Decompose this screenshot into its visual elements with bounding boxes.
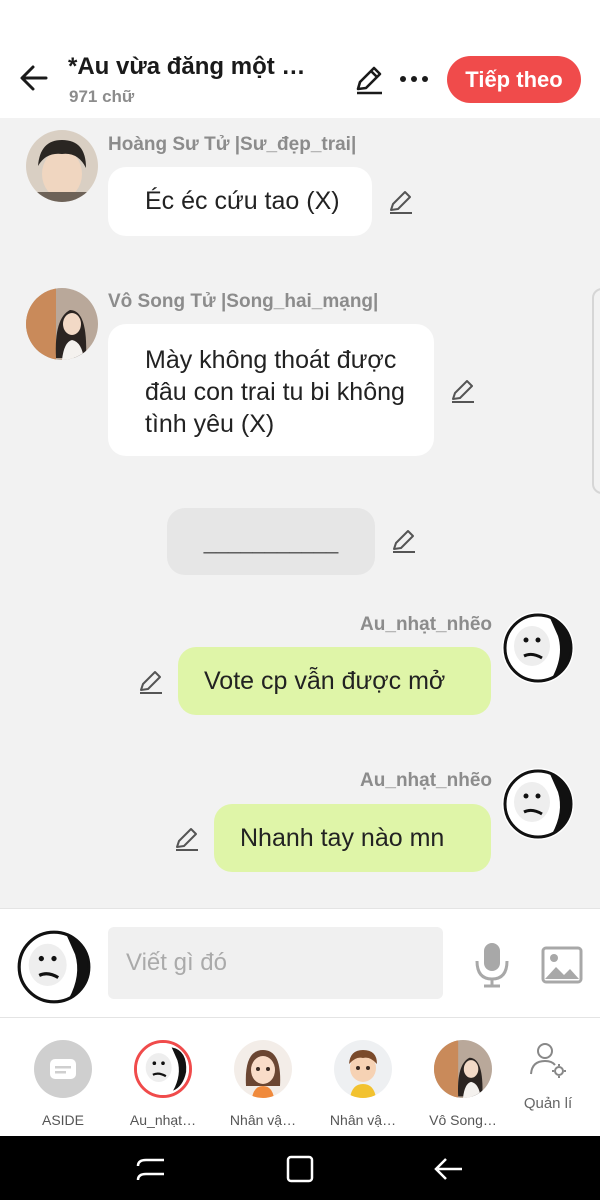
character-avatar [334,1040,392,1098]
character-label: Au_nhạt… [129,1112,197,1128]
manage-label: Quản lí [523,1095,573,1112]
aside-icon [34,1040,92,1098]
avatar-hoang-su-tu[interactable] [26,130,98,202]
app-header: *Au vừa đăng một bài viết 971 chữ Tiếp t… [0,0,600,118]
avatar-au-nhat-nheo[interactable] [502,768,574,840]
sender-name: Vô Song Tử |Song_hai_mạng| [108,291,379,312]
system-nav-bar [0,1136,600,1200]
next-button[interactable]: Tiếp theo [447,56,581,103]
message-composer: Viết gì đó [0,908,600,1018]
edit-message-pencil-icon[interactable] [172,823,202,853]
character-avatar [434,1040,492,1098]
character-nhan-vat-1[interactable]: Nhân vậ… [213,1040,313,1128]
word-count: 971 chữ [69,87,135,106]
edit-message-pencil-icon[interactable] [389,525,419,555]
edit-message-pencil-icon[interactable] [448,375,478,405]
character-au-nhat-nheo[interactable]: Au_nhạt… [113,1040,213,1128]
chat-area[interactable]: Hoàng Sư Tử |Sư_đẹp_trai| Éc éc cứu tao … [0,118,600,908]
sender-name: Hoàng Sư Tử |Sư_đẹp_trai| [108,134,357,155]
back-nav-icon[interactable] [432,1152,466,1186]
avatar-au-nhat-nheo[interactable] [502,612,574,684]
back-arrow-icon[interactable] [16,60,52,96]
character-label: ASIDE [41,1112,84,1128]
character-avatar [234,1040,292,1098]
character-avatar [134,1040,192,1098]
user-settings-icon [516,1040,580,1085]
edit-title-pencil-icon[interactable] [352,62,386,96]
character-aside[interactable]: ASIDE [13,1040,113,1128]
current-character-avatar[interactable] [16,929,92,1005]
message-bubble[interactable]: Mày không thoát được đâu con trai tu bi … [108,324,434,456]
image-upload-icon[interactable] [540,945,584,985]
edit-message-pencil-icon[interactable] [136,666,166,696]
aside-bubble[interactable]: ___________ [167,508,375,575]
side-handle[interactable] [592,288,600,494]
home-icon[interactable] [283,1152,317,1186]
sender-name: Au_nhạt_nhẽo [360,770,492,791]
character-label: Nhân vậ… [329,1112,397,1128]
character-label: Vô Song… [429,1112,497,1128]
edit-message-pencil-icon[interactable] [386,186,416,216]
character-vo-song[interactable]: Vô Song… [413,1040,513,1128]
manage-characters-button[interactable]: Quản lí [516,1040,580,1112]
sender-name: Au_nhạt_nhẽo [360,614,492,635]
story-title: *Au vừa đăng một bài viết [68,53,318,80]
microphone-icon[interactable] [470,939,514,989]
message-bubble[interactable]: Vote cp vẫn được mở [178,647,491,715]
character-nhan-vat-2[interactable]: Nhân vậ… [313,1040,413,1128]
message-input[interactable]: Viết gì đó [108,927,443,999]
more-options-icon[interactable] [398,62,430,96]
recent-apps-icon[interactable] [134,1152,168,1186]
avatar-vo-song-tu[interactable] [26,288,98,360]
message-bubble[interactable]: Nhanh tay nào mn [214,804,491,872]
character-label: Nhân vậ… [229,1112,297,1128]
character-selector: ASIDE Au_nhạt… Nhân vậ… Nhân vậ… Vô Song… [0,1018,600,1136]
message-bubble[interactable]: Éc éc cứu tao (X) [108,167,372,236]
